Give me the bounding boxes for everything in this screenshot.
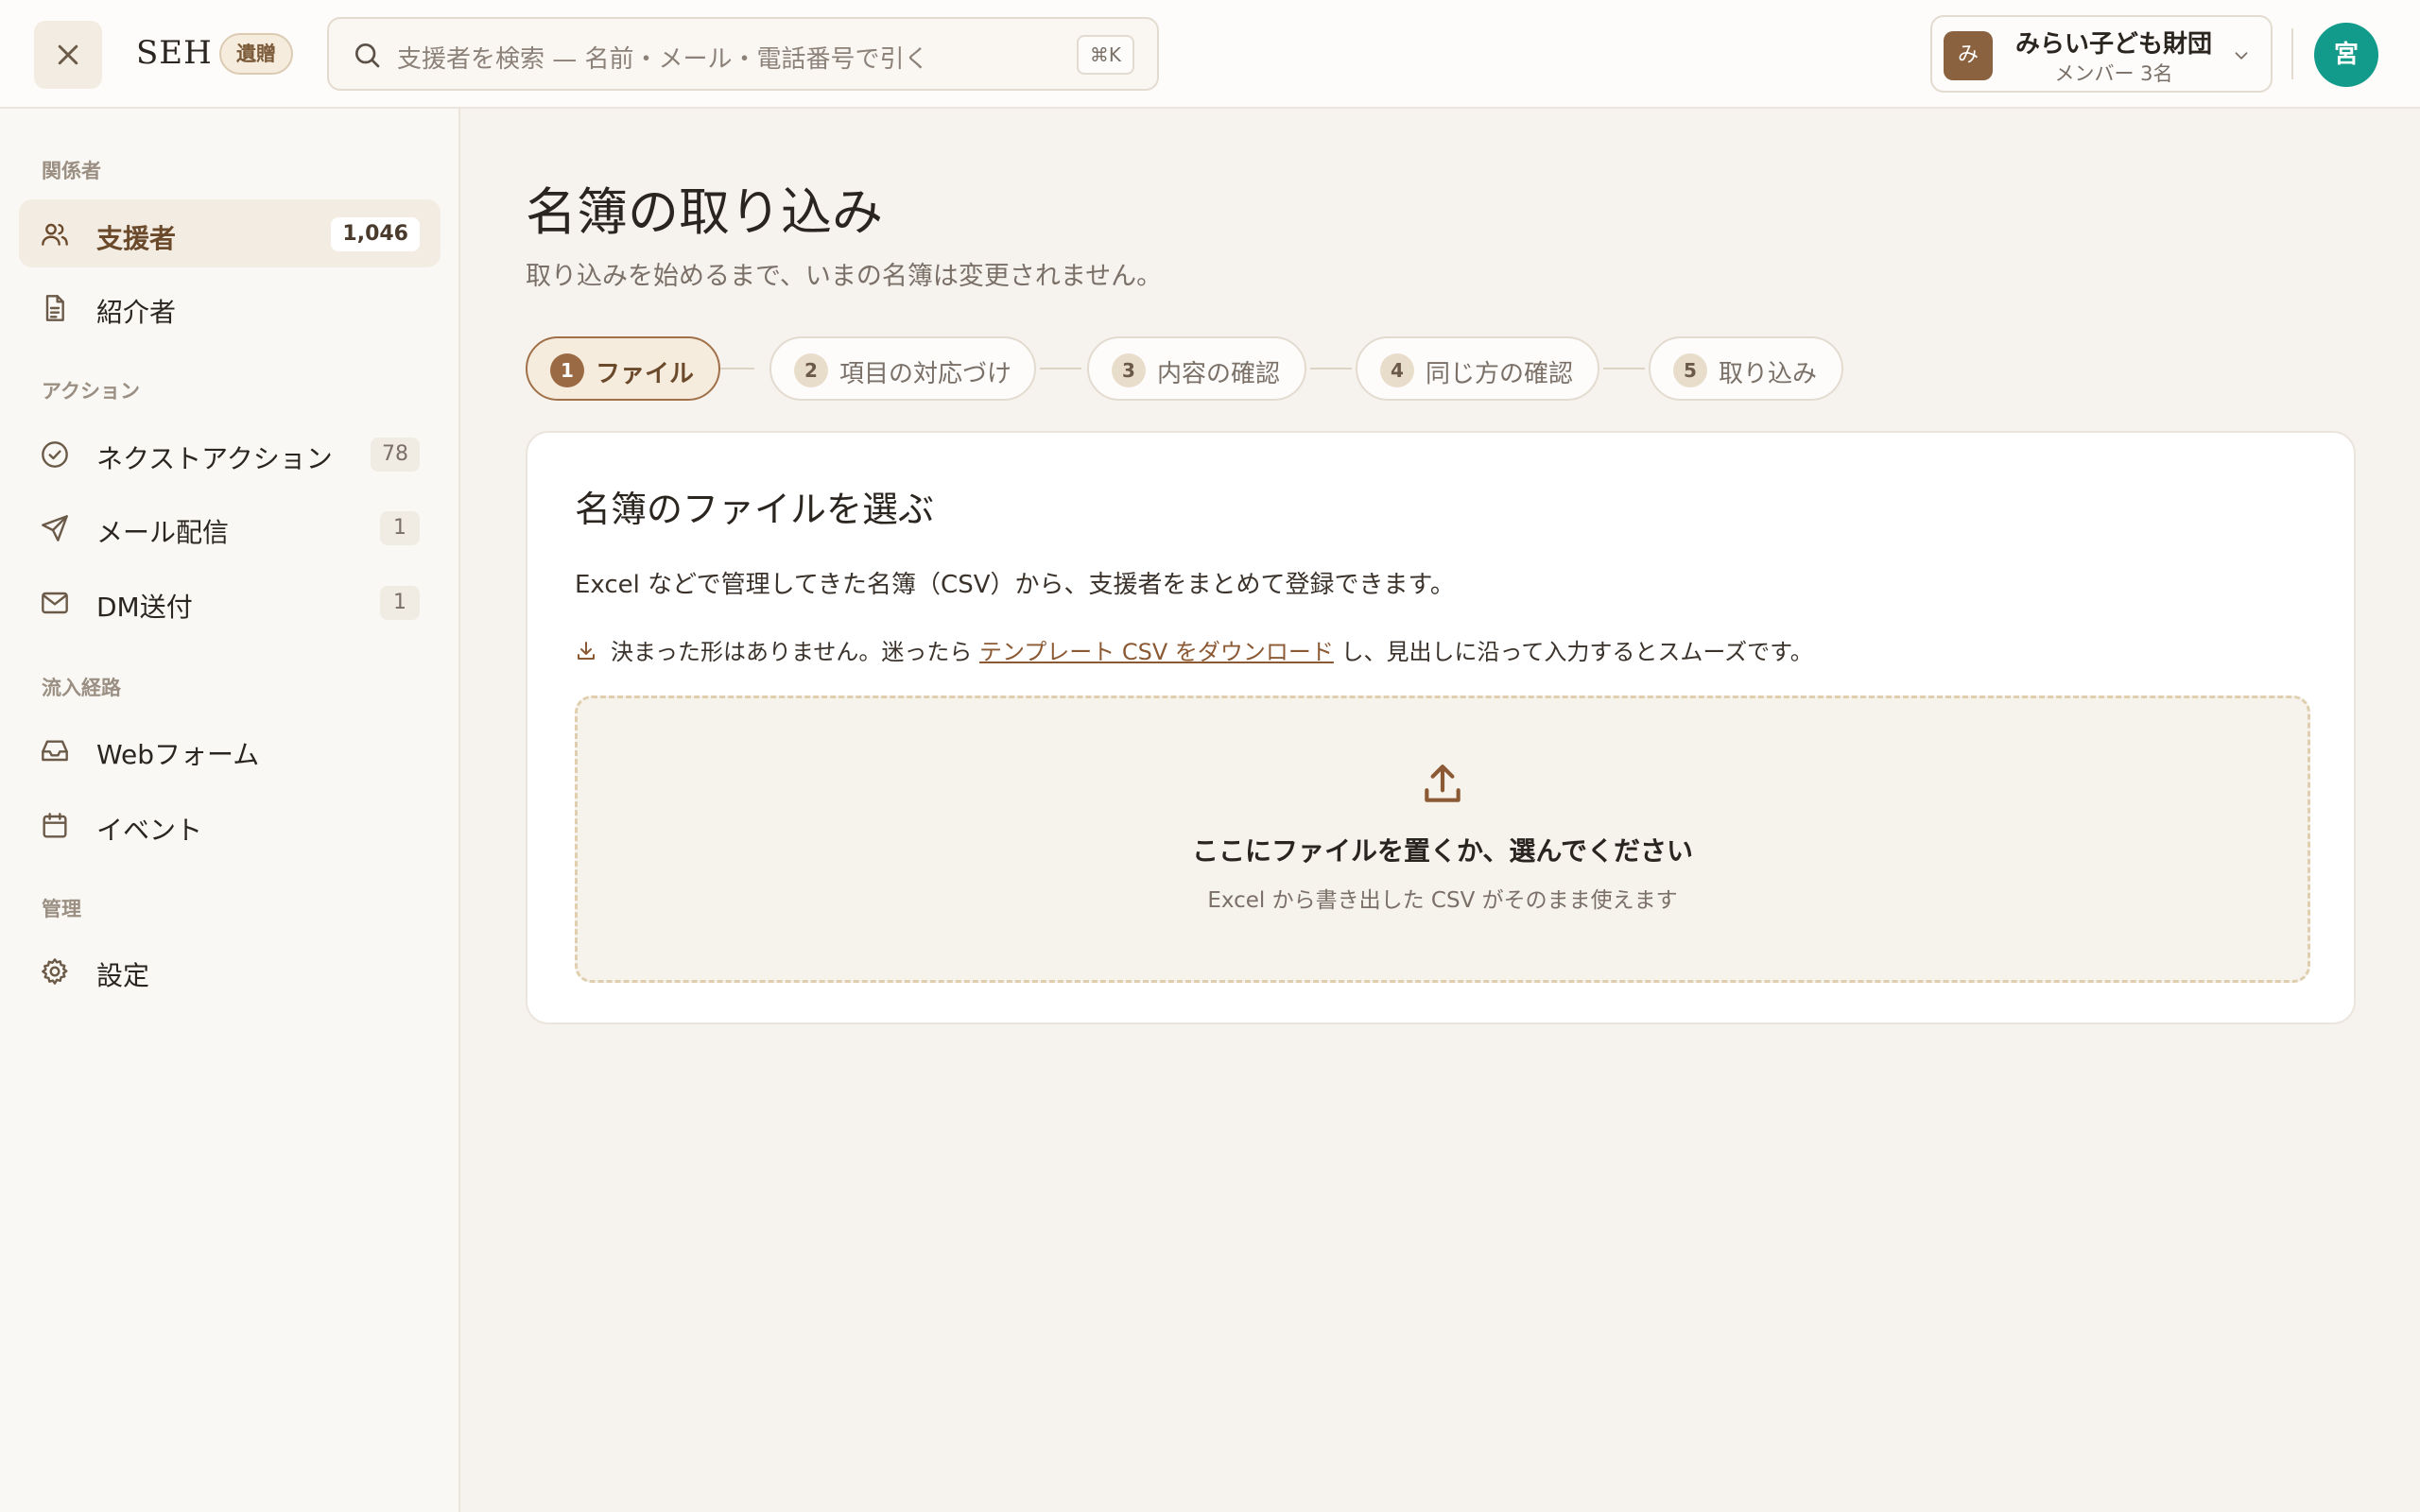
step-number: 1: [550, 353, 584, 387]
upload-icon: [1425, 765, 1461, 802]
check-circle-icon: [42, 441, 68, 468]
hint-text-after: し、見出しに沿って入力するとスムーズです。: [1340, 639, 1813, 665]
sidebar-item-label: DM送付: [96, 592, 193, 623]
sidebar: 関係者 支援者 1,046 紹介者 アクション ネクストアクション 78 メール…: [0, 109, 460, 1512]
step-file[interactable]: 1 ファイル: [526, 336, 720, 401]
chevron-down-icon: [2235, 52, 2248, 60]
step-connector: [1310, 368, 1352, 369]
sidebar-section-admin: 管理: [42, 898, 81, 920]
file-dropzone[interactable]: ここにファイルを置くか、選んでください Excel から書き出した CSV がそ…: [575, 696, 2310, 983]
step-label: 内容の確認: [1157, 360, 1281, 388]
send-icon: [42, 515, 68, 541]
sidebar-item-label: メール配信: [96, 517, 230, 548]
search-shortcut-hint: ⌘K: [1076, 35, 1134, 75]
sidebar-item-count: 1,046: [331, 217, 420, 251]
sidebar-item-next-actions[interactable]: ネクストアクション 78: [19, 420, 441, 488]
step-number: 5: [1673, 353, 1707, 387]
template-hint: 決まった形はありません。迷ったら テンプレート CSV をダウンロード し、見出…: [575, 633, 1813, 666]
page-subtitle: 取り込みを始めるまで、いまの名簿は変更されません。: [526, 262, 1163, 291]
download-icon: [578, 642, 595, 660]
gear-icon: [42, 958, 68, 985]
organization-switcher[interactable]: み みらい子ども財団 メンバー 3名: [1930, 15, 2273, 93]
search-placeholder: 支援者を検索 — 名前・メール・電話番号で引く: [397, 45, 929, 74]
step-number: 2: [794, 353, 828, 387]
organization-name: みらい子ども財団: [2014, 30, 2212, 59]
step-label: 取り込み: [1719, 360, 1818, 388]
document-icon: [45, 295, 64, 321]
step-import[interactable]: 5 取り込み: [1649, 336, 1843, 401]
search-icon: [355, 43, 380, 68]
sidebar-item-web-form[interactable]: Webフォーム: [19, 715, 441, 783]
template-csv-download-link[interactable]: テンプレート CSV をダウンロード: [979, 639, 1334, 665]
organization-member-count: メンバー 3名: [2054, 62, 2173, 85]
file-select-card: 名簿のファイルを選ぶ Excel などで管理してきた名簿（CSV）から、支援者を…: [526, 431, 2356, 1024]
dropzone-title: ここにファイルを置くか、選んでください: [1191, 835, 1694, 867]
step-label: 項目の対応づけ: [839, 360, 1012, 388]
sidebar-item-label: 紹介者: [96, 297, 177, 328]
card-description: Excel などで管理してきた名簿（CSV）から、支援者をまとめて登録できます。: [575, 571, 1455, 599]
step-number: 3: [1112, 353, 1146, 387]
step-connector: [720, 368, 754, 369]
step-review-content[interactable]: 3 内容の確認: [1087, 336, 1306, 401]
users-icon: [42, 223, 68, 246]
app-logo: SEH: [136, 34, 213, 72]
mail-icon: [42, 592, 68, 614]
card-title: 名簿のファイルを選ぶ: [575, 489, 935, 530]
sidebar-section-actions: アクション: [42, 380, 140, 403]
sidebar-item-label: 設定: [96, 960, 150, 991]
step-connector: [1040, 368, 1081, 369]
organization-avatar: み: [1944, 31, 1993, 80]
sidebar-section-inflow: 流入経路: [42, 677, 121, 699]
step-label: 同じ方の確認: [1426, 360, 1574, 388]
sidebar-item-count: 78: [371, 438, 420, 472]
step-label: ファイル: [596, 360, 695, 388]
user-avatar[interactable]: 宮: [2314, 23, 2378, 87]
close-icon: [58, 44, 78, 65]
sidebar-item-label: Webフォーム: [96, 739, 260, 770]
sidebar-item-label: ネクストアクション: [96, 443, 333, 474]
sidebar-item-settings[interactable]: 設定: [19, 936, 441, 1005]
step-connector: [1603, 368, 1645, 369]
dropzone-subtitle: Excel から書き出した CSV がそのまま使えます: [1207, 888, 1678, 913]
step-number: 4: [1380, 353, 1414, 387]
sidebar-item-events[interactable]: イベント: [19, 791, 441, 859]
step-field-mapping[interactable]: 2 項目の対応づけ: [769, 336, 1036, 401]
sidebar-item-referrers[interactable]: 紹介者: [19, 273, 441, 341]
top-bar: SEH 遺贈 支援者を検索 — 名前・メール・電話番号で引く ⌘K み みらい子…: [0, 0, 2420, 109]
inbox-icon: [42, 740, 68, 762]
sidebar-item-dm-sending[interactable]: DM送付 1: [19, 568, 441, 636]
calendar-icon: [43, 813, 67, 838]
search-input[interactable]: 支援者を検索 — 名前・メール・電話番号で引く ⌘K: [327, 17, 1159, 91]
sidebar-item-label: イベント: [96, 815, 203, 846]
step-duplicate-check[interactable]: 4 同じ方の確認: [1356, 336, 1599, 401]
close-button[interactable]: [34, 21, 102, 89]
sidebar-item-count: 1: [380, 511, 420, 545]
page-title: 名簿の取り込み: [526, 182, 883, 242]
sidebar-item-supporters[interactable]: 支援者 1,046: [19, 199, 441, 267]
header-divider: [2291, 28, 2293, 79]
sidebar-item-count: 1: [380, 586, 420, 620]
brand-badge: 遺贈: [219, 33, 293, 75]
hint-text-before: 決まった形はありません。迷ったら: [611, 639, 973, 665]
import-stepper: 1 ファイル 2 項目の対応づけ 3 内容の確認 4 同じ方の確認 5 取り込み: [526, 336, 1849, 401]
sidebar-section-stakeholders: 関係者: [42, 160, 101, 182]
sidebar-item-label: 支援者: [96, 223, 177, 254]
sidebar-item-email-delivery[interactable]: メール配信 1: [19, 493, 441, 561]
